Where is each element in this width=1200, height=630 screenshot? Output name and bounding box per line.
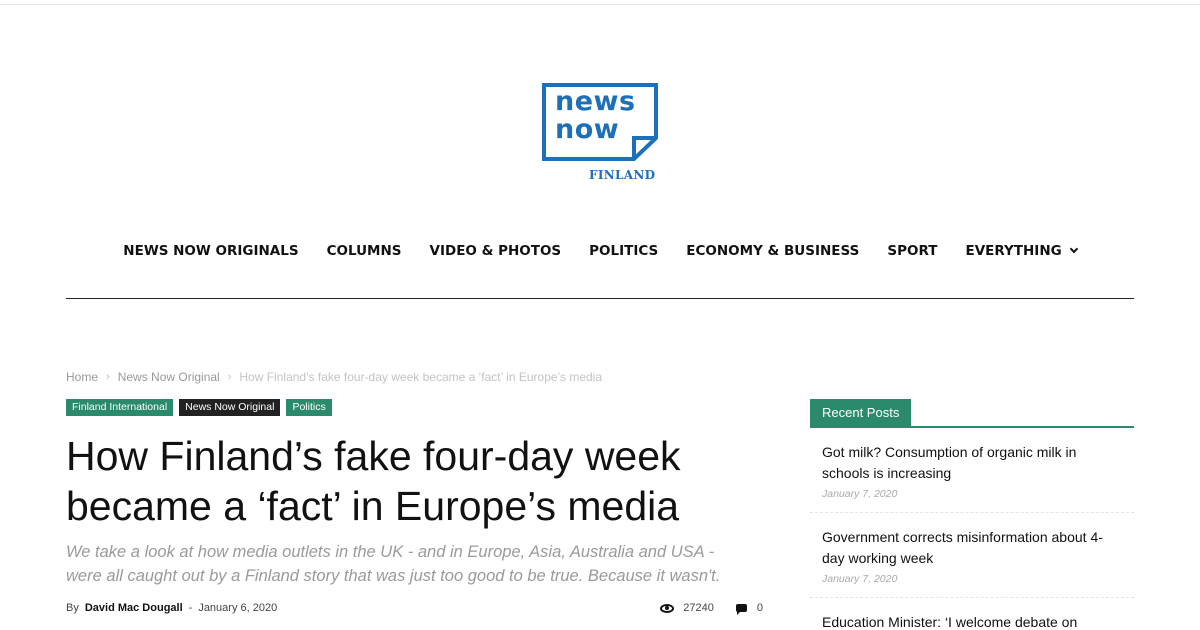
- top-bar: [0, 0, 1200, 5]
- comment-icon[interactable]: [735, 604, 747, 615]
- widget-title: Recent Posts: [810, 399, 912, 426]
- breadcrumb-separator: ›: [106, 371, 110, 383]
- article-stats: 27240 0: [660, 602, 763, 615]
- post-date: January 7, 2020: [822, 573, 898, 585]
- view-count: 27240: [683, 602, 714, 614]
- nav-item-sport[interactable]: SPORT: [873, 243, 951, 259]
- nav-label: SPORT: [887, 243, 938, 259]
- nav-item-columns[interactable]: COLUMNS: [313, 243, 416, 259]
- by-label: By: [66, 602, 79, 614]
- list-item[interactable]: Education Minister: ‘I welcome debate on: [810, 598, 1134, 630]
- site-logo[interactable]: news now FINLAND: [541, 82, 659, 184]
- nav-item-politics[interactable]: POLITICS: [575, 243, 672, 259]
- chevron-down-icon: [1069, 244, 1078, 254]
- logo-wordmark: news now: [555, 86, 636, 145]
- breadcrumb: Home › News Now Original › How Finland’s…: [66, 370, 602, 384]
- nav-item-economy-business[interactable]: ECONOMY & BUSINESS: [672, 243, 873, 259]
- tag-finland-international[interactable]: Finland International: [66, 399, 174, 416]
- meta-dash: -: [188, 602, 193, 614]
- post-date: January 7, 2020: [822, 488, 898, 500]
- article-subtitle: We take a look at how media outlets in t…: [66, 543, 721, 585]
- publish-date: January 6, 2020: [198, 602, 278, 614]
- nav-item-everything[interactable]: EVERYTHING: [951, 243, 1090, 259]
- list-item[interactable]: Got milk? Consumption of organic milk in…: [810, 428, 1134, 513]
- tag-politics[interactable]: Politics: [286, 399, 332, 416]
- breadcrumb-section-link[interactable]: News Now Original: [118, 370, 220, 384]
- nav-item-video-photos[interactable]: VIDEO & PHOTOS: [416, 243, 576, 259]
- tag-news-now-original[interactable]: News Now Original: [179, 399, 281, 416]
- article-title: How Finland’s fake four-day week became …: [66, 433, 681, 529]
- post-title-link[interactable]: Government corrects misinformation about…: [822, 527, 1122, 569]
- comment-count[interactable]: 0: [757, 602, 763, 614]
- nav-label: NEWS NOW ORIGINALS: [123, 243, 299, 259]
- nav-label: COLUMNS: [326, 243, 402, 259]
- breadcrumb-home-link[interactable]: Home: [66, 370, 98, 384]
- breadcrumb-separator: ›: [227, 371, 232, 383]
- recent-posts-widget: Recent Posts Got milk? Consumption of or…: [810, 399, 1134, 630]
- eye-icon: [660, 603, 675, 613]
- widget-header: Recent Posts: [810, 399, 1134, 428]
- nav-label: POLITICS: [589, 243, 659, 259]
- logo-subtitle: FINLAND: [589, 168, 656, 182]
- post-title-link[interactable]: Got milk? Consumption of organic milk in…: [822, 442, 1122, 484]
- category-tags: Finland International News Now Original …: [66, 399, 332, 416]
- article-meta: By David Mac Dougall - January 6, 2020 2…: [66, 602, 763, 615]
- list-item[interactable]: Government corrects misinformation about…: [810, 513, 1134, 598]
- main-nav: NEWS NOW ORIGINALS COLUMNS VIDEO & PHOTO…: [66, 232, 1134, 270]
- post-title-link[interactable]: Education Minister: ‘I welcome debate on: [822, 612, 1122, 630]
- author-link[interactable]: David Mac Dougall: [85, 602, 183, 614]
- nav-label: ECONOMY & BUSINESS: [686, 243, 860, 259]
- nav-divider: [66, 298, 1134, 299]
- nav-item-news-now-originals[interactable]: NEWS NOW ORIGINALS: [109, 243, 312, 259]
- nav-label: VIDEO & PHOTOS: [429, 243, 562, 259]
- nav-label: EVERYTHING: [965, 243, 1062, 259]
- breadcrumb-current: How Finland’s fake four-day week became …: [239, 370, 603, 384]
